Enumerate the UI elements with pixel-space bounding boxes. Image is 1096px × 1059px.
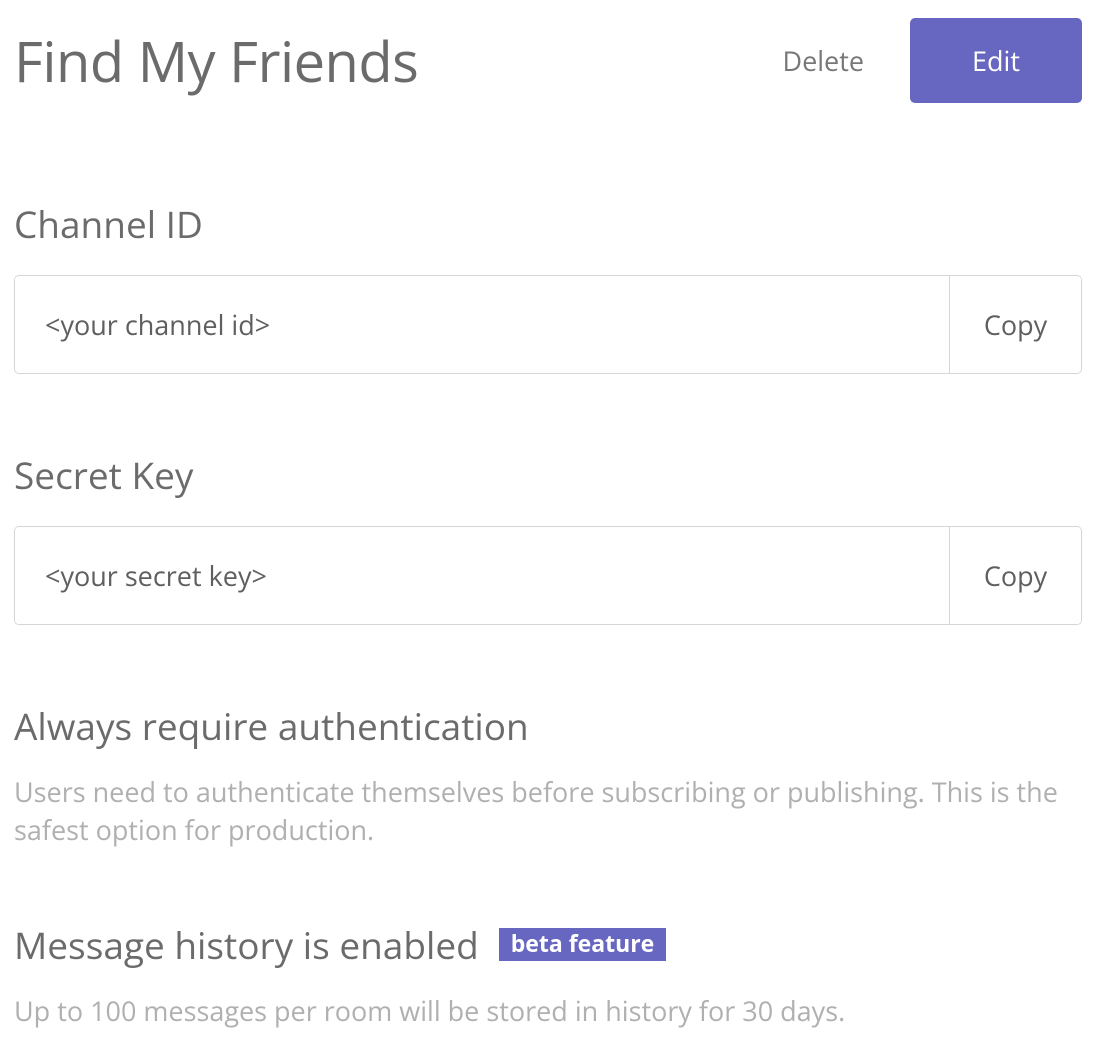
secret-key-section: Secret Key <your secret key> Copy xyxy=(14,449,1082,625)
beta-badge: beta feature xyxy=(499,928,667,961)
history-section-description: Up to 100 messages per room will be stor… xyxy=(14,992,1082,1030)
delete-button[interactable]: Delete xyxy=(746,22,900,99)
channel-id-section: Channel ID <your channel id> Copy xyxy=(14,198,1082,374)
auth-section-description: Users need to authenticate themselves be… xyxy=(14,773,1082,849)
history-section-title-text: Message history is enabled xyxy=(14,919,479,970)
auth-section-title: Always require authentication xyxy=(14,700,1082,751)
header: Find My Friends Delete Edit xyxy=(14,18,1082,103)
secret-key-value: <your secret key> xyxy=(15,527,949,624)
auth-section: Always require authentication Users need… xyxy=(14,700,1082,849)
channel-id-label: Channel ID xyxy=(14,198,1082,249)
channel-id-value: <your channel id> xyxy=(15,276,949,373)
secret-key-label: Secret Key xyxy=(14,449,1082,500)
history-section: Message history is enabled beta feature … xyxy=(14,919,1082,1030)
page-title: Find My Friends xyxy=(14,23,418,99)
channel-id-field-group: <your channel id> Copy xyxy=(14,275,1082,374)
secret-key-field-group: <your secret key> Copy xyxy=(14,526,1082,625)
channel-id-copy-button[interactable]: Copy xyxy=(949,276,1081,373)
edit-button[interactable]: Edit xyxy=(910,18,1082,103)
header-actions: Delete Edit xyxy=(746,18,1082,103)
history-section-title: Message history is enabled beta feature xyxy=(14,919,1082,970)
secret-key-copy-button[interactable]: Copy xyxy=(949,527,1081,624)
